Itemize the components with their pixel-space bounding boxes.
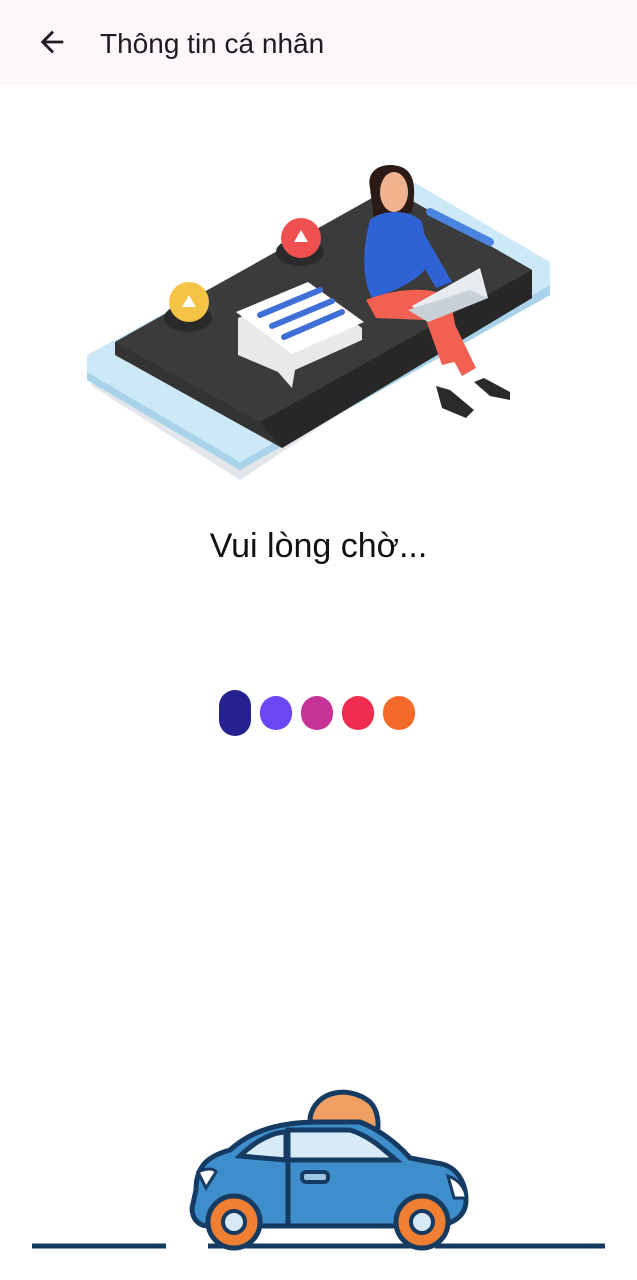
loading-dot [342, 696, 374, 730]
arrow-left-icon [40, 30, 64, 54]
loading-dot [219, 690, 251, 736]
loading-message: Vui lòng chờ... [209, 527, 428, 565]
loading-indicator [219, 690, 419, 738]
app-bar: Thông tin cá nhân [0, 0, 637, 86]
loading-dot [301, 696, 333, 730]
page-title: Thông tin cá nhân [100, 28, 325, 59]
car-illustration [32, 1089, 605, 1251]
loading-dot [383, 696, 415, 730]
person-on-phone-illustration [87, 164, 550, 480]
loading-dot [260, 696, 292, 730]
back-button[interactable] [26, 18, 78, 66]
